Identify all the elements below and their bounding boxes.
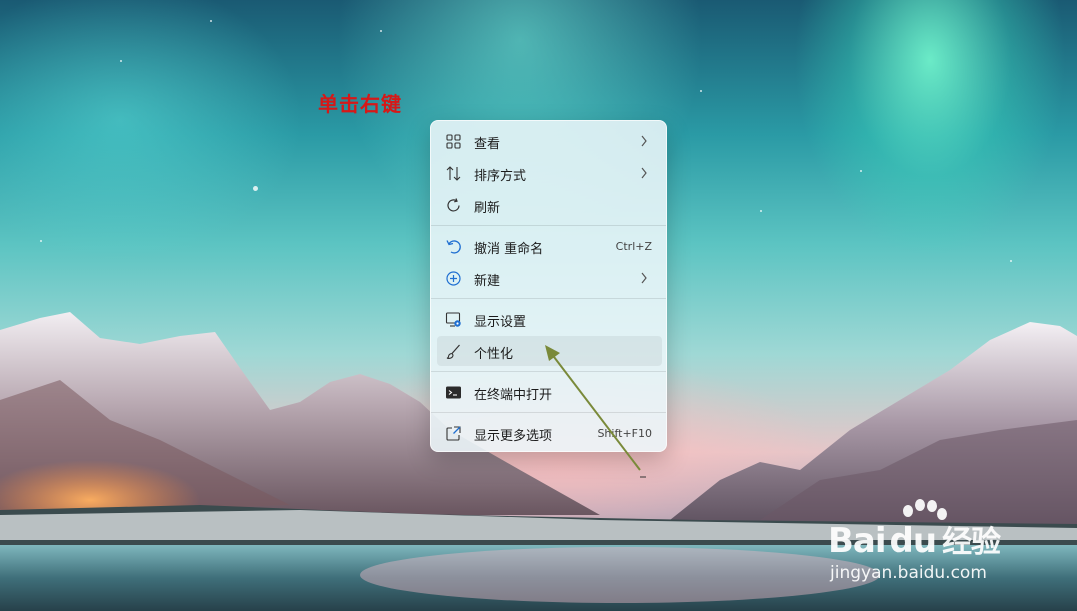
menu-item-refresh[interactable]: 刷新 xyxy=(437,190,662,220)
more-options-icon xyxy=(446,426,461,441)
display-settings-icon xyxy=(445,312,461,327)
menu-item-undo-rename[interactable]: 撤消 重命名 Ctrl+Z xyxy=(437,231,662,261)
menu-item-view[interactable]: 查看 xyxy=(437,126,662,156)
refresh-icon xyxy=(447,198,460,212)
menu-item-label: 显示设置 xyxy=(474,315,527,330)
menu-item-show-more-options[interactable]: 显示更多选项 Shift+F10 xyxy=(437,418,662,448)
menu-item-shortcut: Shift+F10 xyxy=(597,427,652,440)
watermark-url: jingyan.baidu.com xyxy=(830,563,987,583)
menu-item-new[interactable]: 新建 xyxy=(437,263,662,293)
menu-item-label: 查看 xyxy=(474,137,501,152)
menu-item-label: 在终端中打开 xyxy=(474,388,553,403)
chevron-right-icon xyxy=(641,167,647,179)
menu-item-label: 新建 xyxy=(474,274,501,289)
menu-item-personalize[interactable]: 个性化 xyxy=(437,336,662,366)
menu-item-open-in-terminal[interactable]: 在终端中打开 xyxy=(437,377,662,407)
terminal-icon xyxy=(446,386,461,399)
menu-item-sort-by[interactable]: 排序方式 xyxy=(437,158,662,188)
menu-item-label: 刷新 xyxy=(474,201,501,216)
desktop-wallpaper[interactable]: 单击右键 查看 排序方式 刷新 撤消 重命名 Ctrl+Z 新建 显示设置 个性… xyxy=(0,0,1077,611)
watermark-brand-latin-2: du xyxy=(889,521,938,561)
menu-separator xyxy=(431,412,666,413)
desktop-context-menu: 查看 排序方式 刷新 撤消 重命名 Ctrl+Z 新建 显示设置 个性化 在终端… xyxy=(430,120,667,452)
chevron-right-icon xyxy=(641,272,647,284)
undo-icon xyxy=(446,240,461,254)
menu-separator xyxy=(431,225,666,226)
sort-icon xyxy=(446,166,461,181)
watermark-brand-latin: Bai xyxy=(828,521,887,561)
menu-item-label: 撤消 重命名 xyxy=(474,242,544,257)
menu-item-display-settings[interactable]: 显示设置 xyxy=(437,304,662,334)
brush-icon xyxy=(446,344,460,359)
menu-item-label: 排序方式 xyxy=(474,169,527,184)
grid-view-icon xyxy=(446,134,461,149)
watermark-brand-cn: 经验 xyxy=(942,525,1001,560)
menu-item-label: 个性化 xyxy=(474,347,514,362)
watermark-brand: Bai du 经验 xyxy=(828,517,1001,561)
menu-separator xyxy=(431,371,666,372)
baidu-jingyan-watermark: Bai du 经验 jingyan.baidu.com xyxy=(828,497,1068,597)
new-plus-icon xyxy=(446,271,461,286)
menu-item-shortcut: Ctrl+Z xyxy=(615,240,652,253)
annotation-label: 单击右键 xyxy=(318,92,402,116)
menu-item-label: 显示更多选项 xyxy=(474,429,553,444)
chevron-right-icon xyxy=(641,135,647,147)
menu-separator xyxy=(431,298,666,299)
